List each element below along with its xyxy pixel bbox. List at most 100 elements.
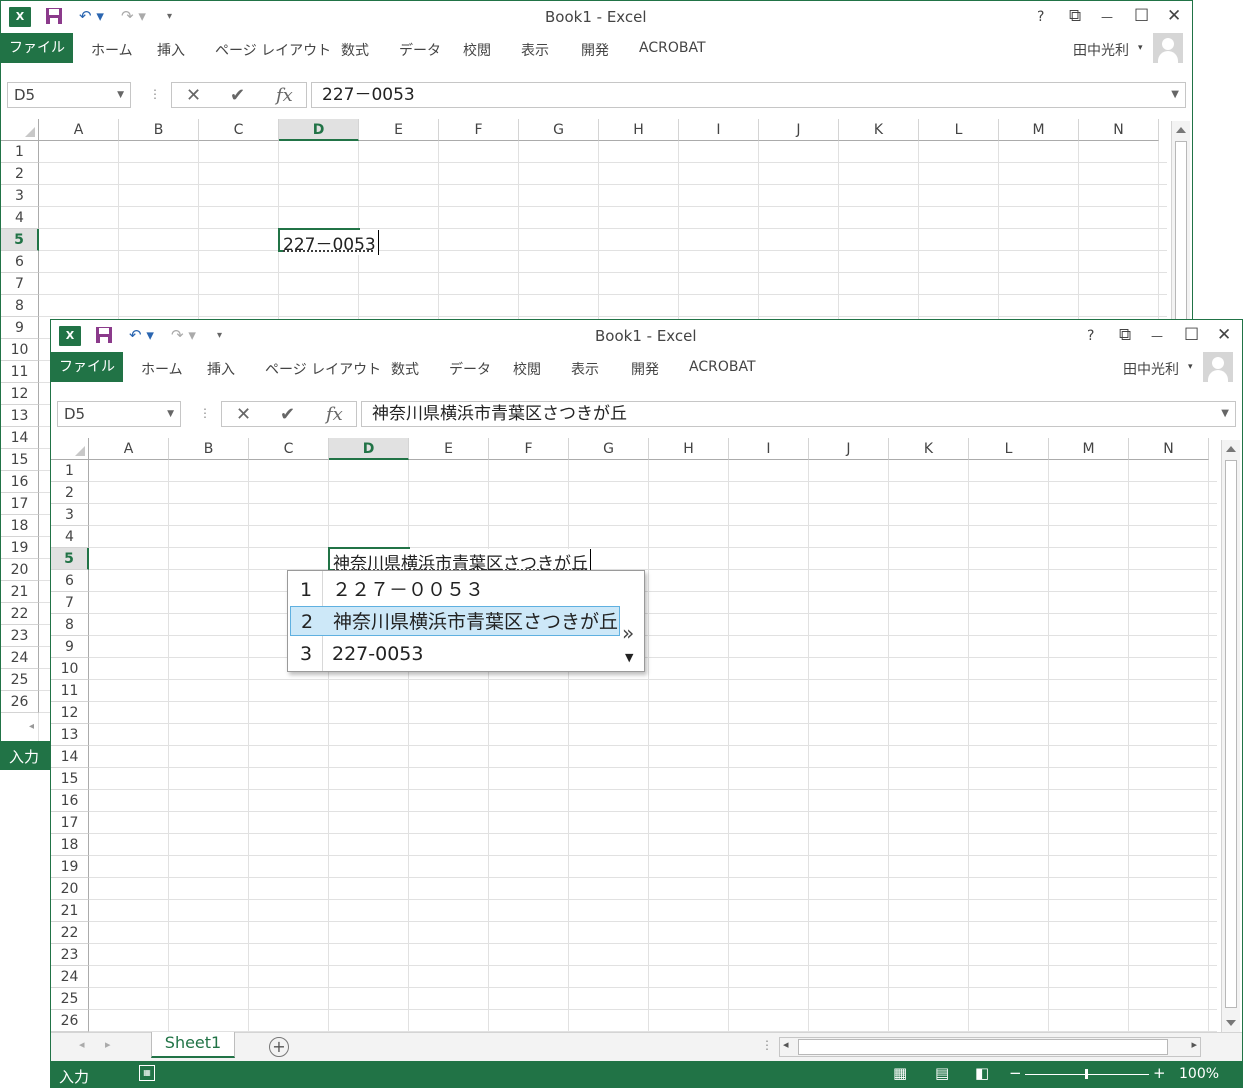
enter-entry-button[interactable]: ✔ xyxy=(280,404,295,425)
row-header-22[interactable]: 22 xyxy=(51,922,89,944)
scroll-down-icon[interactable] xyxy=(1226,1020,1236,1026)
row-header-25[interactable]: 25 xyxy=(51,988,89,1010)
minimize-button[interactable]: — xyxy=(1101,10,1113,24)
horizontal-scrollbar[interactable]: ◂ ▸ xyxy=(779,1037,1201,1057)
tab-data[interactable]: データ xyxy=(399,40,441,60)
user-name[interactable]: 田中光利 xyxy=(1123,359,1179,379)
maximize-button[interactable]: ☐ xyxy=(1184,325,1199,345)
row-header-13[interactable]: 13 xyxy=(1,405,39,427)
column-header-a[interactable]: A xyxy=(39,119,119,141)
ime-candidate-3[interactable]: 3 227-0053 xyxy=(288,639,622,669)
tab-formulas[interactable]: 数式 xyxy=(341,40,369,60)
close-button[interactable]: ✕ xyxy=(1167,6,1181,26)
insert-function-button[interactable]: fx xyxy=(276,85,293,106)
ime-expand-icon[interactable]: » xyxy=(622,621,634,645)
column-header-m[interactable]: M xyxy=(999,119,1079,141)
redo-icon[interactable]: ↷ ▾ xyxy=(121,7,146,25)
undo-icon[interactable]: ↶ ▾ xyxy=(129,326,154,344)
row-header-12[interactable]: 12 xyxy=(1,383,39,405)
row-header-7[interactable]: 7 xyxy=(51,592,89,614)
tab-developer[interactable]: 開発 xyxy=(581,40,609,60)
row-header-24[interactable]: 24 xyxy=(1,647,39,669)
row-header-26[interactable]: 26 xyxy=(51,1010,89,1032)
undo-icon[interactable]: ↶ ▾ xyxy=(79,7,104,25)
row-header-15[interactable]: 15 xyxy=(51,768,89,790)
user-dropdown-icon[interactable]: ▾ xyxy=(1138,43,1143,53)
tab-view[interactable]: 表示 xyxy=(521,40,549,60)
formula-bar-grip[interactable]: ⋮ xyxy=(149,87,161,101)
prev-sheet-icon[interactable]: ◂ xyxy=(79,1038,85,1051)
chevron-down-icon[interactable]: ▼ xyxy=(117,83,124,107)
column-header-b[interactable]: B xyxy=(119,119,199,141)
ime-candidate-2[interactable]: 2 神奈川県横浜市青葉区さつきが丘 xyxy=(290,606,620,636)
tab-file[interactable]: ファイル xyxy=(1,33,73,63)
spreadsheet-grid[interactable]: A B C D E F G H I J K L M N 1 2 3 4 5 6 7 8 9 10 11 12 13 14 15 16 17 1… xyxy=(51,438,1217,1032)
excel-app-icon[interactable]: X xyxy=(9,7,31,27)
row-header-19[interactable]: 19 xyxy=(51,856,89,878)
row-header-21[interactable]: 21 xyxy=(51,900,89,922)
row-header-18[interactable]: 18 xyxy=(51,834,89,856)
row-header-11[interactable]: 11 xyxy=(51,680,89,702)
row-header-13[interactable]: 13 xyxy=(51,724,89,746)
scroll-left-icon[interactable]: ◂ xyxy=(783,1038,789,1051)
avatar[interactable] xyxy=(1153,33,1183,63)
tab-acrobat[interactable]: ACROBAT xyxy=(689,359,756,375)
row-header-5[interactable]: 5 xyxy=(1,229,39,251)
insert-function-button[interactable]: fx xyxy=(326,404,343,425)
row-header-6[interactable]: 6 xyxy=(1,251,39,273)
chevron-down-icon[interactable]: ▼ xyxy=(167,402,174,426)
tab-view[interactable]: 表示 xyxy=(571,359,599,379)
tab-formulas[interactable]: 数式 xyxy=(391,359,419,379)
column-header-k[interactable]: K xyxy=(889,438,969,460)
tab-home[interactable]: ホーム xyxy=(91,40,133,60)
redo-icon[interactable]: ↷ ▾ xyxy=(171,326,196,344)
row-header-8[interactable]: 8 xyxy=(1,295,39,317)
row-header-20[interactable]: 20 xyxy=(51,878,89,900)
name-box[interactable]: D5 ▼ xyxy=(7,82,131,108)
tab-insert[interactable]: 挿入 xyxy=(207,359,235,379)
ime-candidate-1[interactable]: 1 ２２７－００５３ xyxy=(288,575,622,605)
tab-split-grip[interactable]: ⋮ xyxy=(761,1038,773,1052)
scroll-right-icon[interactable]: ▸ xyxy=(1191,1038,1197,1051)
close-button[interactable]: ✕ xyxy=(1217,325,1231,345)
tab-page-layout[interactable]: ページ レイアウト xyxy=(215,40,331,60)
row-header-15[interactable]: 15 xyxy=(1,449,39,471)
column-header-g[interactable]: G xyxy=(569,438,649,460)
column-header-j[interactable]: J xyxy=(759,119,839,141)
select-all-corner[interactable] xyxy=(51,438,89,460)
sheet-tab-sheet1[interactable]: Sheet1 xyxy=(151,1032,235,1058)
scroll-up-icon[interactable] xyxy=(1226,446,1236,452)
column-header-j[interactable]: J xyxy=(809,438,889,460)
normal-view-icon[interactable]: ▦ xyxy=(893,1064,907,1082)
tab-review[interactable]: 校閲 xyxy=(463,40,491,60)
column-header-g[interactable]: G xyxy=(519,119,599,141)
column-header-h[interactable]: H xyxy=(599,119,679,141)
ime-next-page-icon[interactable]: ▼ xyxy=(625,651,633,664)
user-name[interactable]: 田中光利 xyxy=(1073,40,1129,60)
formula-bar-grip[interactable]: ⋮ xyxy=(199,406,211,420)
column-header-e[interactable]: E xyxy=(359,119,439,141)
column-header-h[interactable]: H xyxy=(649,438,729,460)
zoom-level[interactable]: 100% xyxy=(1179,1066,1219,1082)
scroll-up-icon[interactable] xyxy=(1176,127,1186,133)
row-header-5[interactable]: 5 xyxy=(51,548,89,570)
expand-formula-bar-icon[interactable]: ▼ xyxy=(1221,402,1229,426)
zoom-slider[interactable] xyxy=(1025,1069,1149,1079)
save-icon[interactable] xyxy=(95,326,113,348)
column-header-n[interactable]: N xyxy=(1129,438,1209,460)
tab-review[interactable]: 校閲 xyxy=(513,359,541,379)
row-header-4[interactable]: 4 xyxy=(1,207,39,229)
horizontal-scroll-left-icon[interactable]: ◂ xyxy=(29,721,34,732)
row-header-14[interactable]: 14 xyxy=(51,746,89,768)
tab-insert[interactable]: 挿入 xyxy=(157,40,185,60)
avatar[interactable] xyxy=(1203,352,1233,382)
row-header-10[interactable]: 10 xyxy=(51,658,89,680)
tab-file[interactable]: ファイル xyxy=(51,352,123,382)
macro-record-icon[interactable]: ▦ xyxy=(139,1065,155,1081)
row-header-2[interactable]: 2 xyxy=(1,163,39,185)
tab-home[interactable]: ホーム xyxy=(141,359,183,379)
column-header-m[interactable]: M xyxy=(1049,438,1129,460)
zoom-in-icon[interactable]: + xyxy=(1153,1064,1166,1082)
next-sheet-icon[interactable]: ▸ xyxy=(105,1038,111,1051)
horizontal-scroll-thumb[interactable] xyxy=(798,1039,1168,1055)
